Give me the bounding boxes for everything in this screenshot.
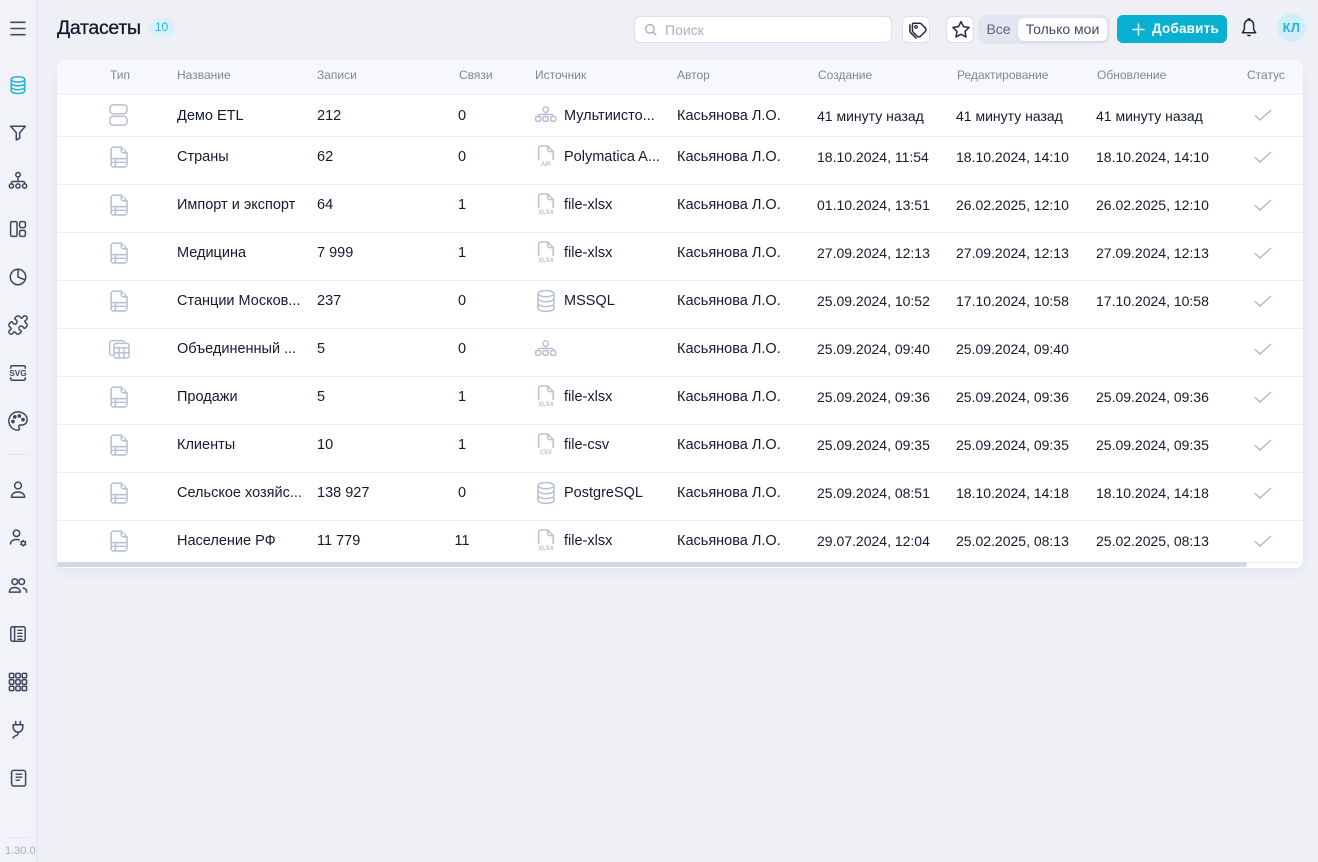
- svg-text:XLSX: XLSX: [538, 401, 554, 407]
- svg-text:XLSX: XLSX: [538, 257, 554, 263]
- svg-text:CSV: CSV: [540, 449, 552, 455]
- svg-text:XLSX: XLSX: [538, 545, 554, 551]
- svg-text:SVG: SVG: [9, 369, 26, 378]
- svg-text:API: API: [541, 161, 551, 167]
- svg-text:XLSX: XLSX: [538, 209, 554, 215]
